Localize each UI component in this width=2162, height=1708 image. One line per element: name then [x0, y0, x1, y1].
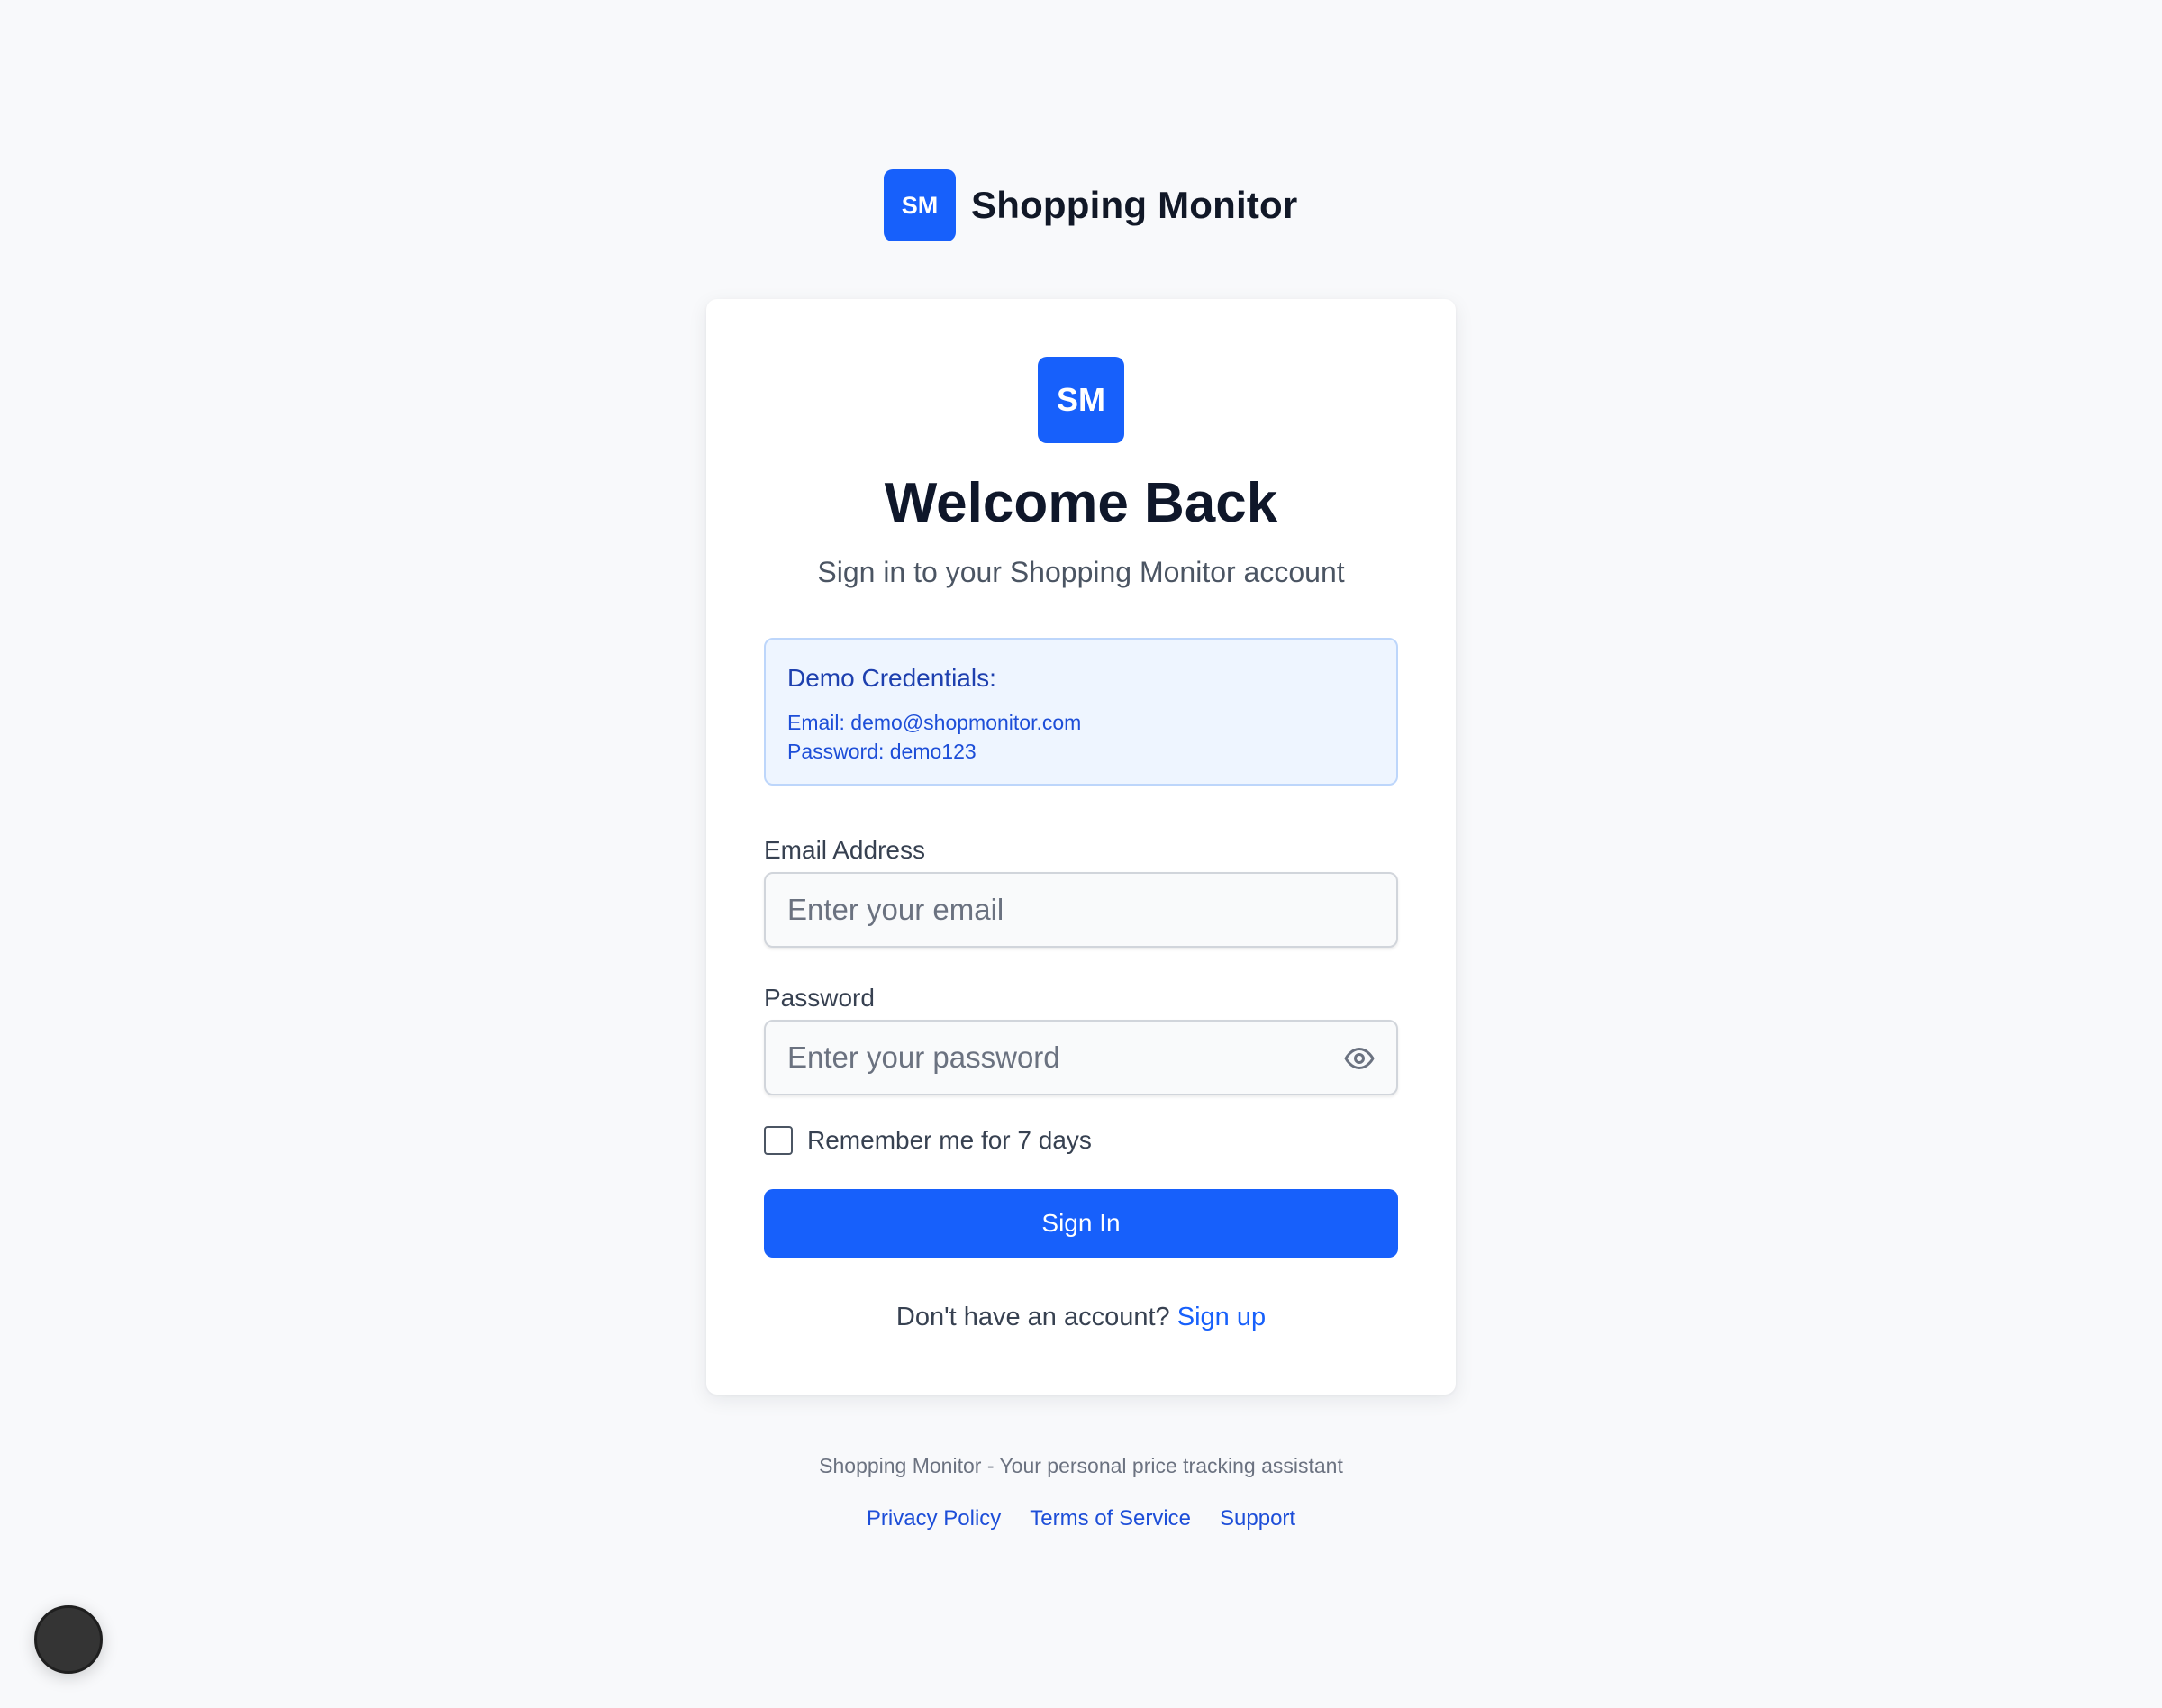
- email-field-wrapper: [764, 872, 1398, 948]
- login-card: SM Welcome Back Sign in to your Shopping…: [706, 299, 1456, 1395]
- demo-credentials-title: Demo Credentials:: [787, 664, 996, 692]
- terms-of-service-link[interactable]: Terms of Service: [1030, 1506, 1191, 1531]
- support-link[interactable]: Support: [1220, 1506, 1295, 1531]
- floating-action-button[interactable]: [34, 1605, 103, 1674]
- privacy-policy-link[interactable]: Privacy Policy: [867, 1506, 1001, 1531]
- eye-icon[interactable]: [1342, 1041, 1376, 1076]
- brand-name: Shopping Monitor: [971, 184, 1298, 226]
- signup-row: Don't have an account? Sign up: [706, 1303, 1456, 1332]
- header-brand: SM Shopping Monitor: [884, 169, 1297, 241]
- sign-in-button[interactable]: Sign In: [764, 1189, 1398, 1258]
- password-label: Password: [764, 984, 875, 1012]
- page-subtitle: Sign in to your Shopping Monitor account: [817, 556, 1345, 588]
- email-label: Email Address: [764, 836, 925, 864]
- demo-password-line: Password: demo123: [787, 739, 977, 763]
- brand-logo: SM: [884, 169, 956, 241]
- demo-credentials-box: Demo Credentials: Email: demo@shopmonito…: [764, 638, 1398, 786]
- remember-me-label[interactable]: Remember me for 7 days: [807, 1126, 1092, 1155]
- password-field[interactable]: [766, 1022, 1396, 1094]
- email-field[interactable]: [766, 874, 1396, 946]
- card-logo: SM: [1038, 357, 1124, 443]
- signup-prompt: Don't have an account?: [895, 1303, 1170, 1331]
- demo-email-line: Email: demo@shopmonitor.com: [787, 710, 1082, 734]
- page-title: Welcome Back: [884, 472, 1278, 534]
- footer-links: Privacy Policy Terms of Service Support: [0, 1506, 2162, 1531]
- footer-tagline: Shopping Monitor - Your personal price t…: [819, 1454, 1343, 1477]
- sign-up-link[interactable]: Sign up: [1177, 1303, 1266, 1331]
- password-field-wrapper: [764, 1020, 1398, 1095]
- remember-me-row: Remember me for 7 days: [764, 1126, 1092, 1155]
- remember-me-checkbox[interactable]: [764, 1126, 793, 1155]
